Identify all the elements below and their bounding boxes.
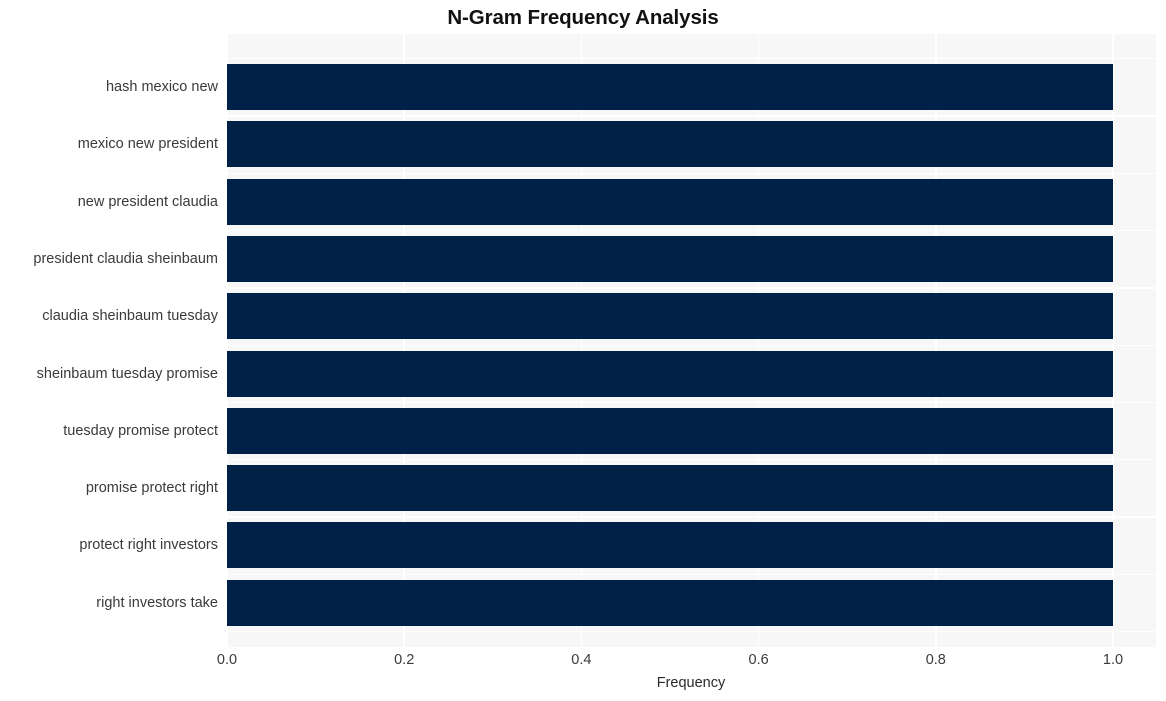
y-gridline (226, 229, 1156, 232)
x-axis-title: Frequency (656, 675, 726, 691)
x-axis-tick-label: 0.0 (216, 652, 238, 668)
y-axis-tick-label: new president claudia (77, 193, 218, 210)
bar[interactable] (227, 465, 1113, 512)
x-axis-tick-label: 0.4 (571, 652, 592, 668)
y-gridline (226, 631, 1156, 633)
bar[interactable] (227, 407, 1113, 454)
y-axis-tick-label: president claudia sheinbaum (33, 250, 218, 267)
y-gridline (226, 287, 1156, 289)
bar[interactable] (227, 350, 1113, 397)
bar[interactable] (227, 522, 1113, 569)
y-gridline (226, 573, 1156, 576)
bar-row[interactable] (226, 293, 1156, 340)
x-axis-tick-labels: 0.0 0.2 0.4 0.6 0.8 1.0 (0, 652, 1166, 674)
y-axis-tick-label: hash mexico new (105, 79, 218, 95)
bar-row[interactable] (226, 350, 1156, 397)
y-gridline (226, 516, 1156, 518)
y-axis-tick-label: sheinbaum tuesday promise (36, 365, 218, 382)
plot-area (226, 34, 1156, 647)
bar-row[interactable] (226, 465, 1156, 512)
bar-row[interactable] (226, 235, 1156, 282)
y-gridline (226, 115, 1156, 117)
bar-row[interactable] (226, 522, 1156, 569)
y-gridline (226, 58, 1156, 60)
x-axis-tick-label: 0.2 (394, 652, 415, 668)
bar-row[interactable] (226, 178, 1156, 225)
y-axis-tick-label: promise protect right (85, 480, 218, 497)
x-axis-tick-label: 1.0 (1102, 652, 1124, 668)
bar[interactable] (227, 178, 1113, 225)
y-axis-tick-label: claudia sheinbaum tuesday (42, 308, 218, 325)
bar[interactable] (227, 121, 1113, 168)
y-gridline (226, 401, 1156, 404)
y-axis-tick-labels: hash mexico new mexico new president new p… (0, 34, 218, 647)
y-gridline (226, 459, 1156, 461)
bar[interactable] (227, 64, 1113, 110)
chart-title: N-Gram Frequency Analysis (447, 6, 719, 29)
y-axis-tick-label: tuesday promise protect (63, 422, 218, 439)
bar[interactable] (227, 235, 1113, 282)
bar-row[interactable] (226, 407, 1156, 454)
bar-row[interactable] (226, 121, 1156, 168)
y-gridline (226, 172, 1156, 174)
x-axis-tick-label: 0.6 (748, 652, 769, 668)
bar[interactable] (227, 293, 1113, 340)
y-gridline (226, 344, 1156, 346)
y-axis-tick-label: right investors take (96, 594, 218, 611)
bar-row[interactable] (226, 64, 1156, 110)
y-axis-tick-label: mexico new president (77, 136, 218, 153)
y-axis-tick-label: protect right investors (79, 537, 218, 554)
bar-row[interactable] (226, 579, 1156, 626)
x-axis-tick-label: 0.8 (925, 652, 946, 668)
bar[interactable] (227, 579, 1113, 626)
chart-figure: N-Gram Frequency Analysis hash mexico ne… (0, 0, 1166, 701)
